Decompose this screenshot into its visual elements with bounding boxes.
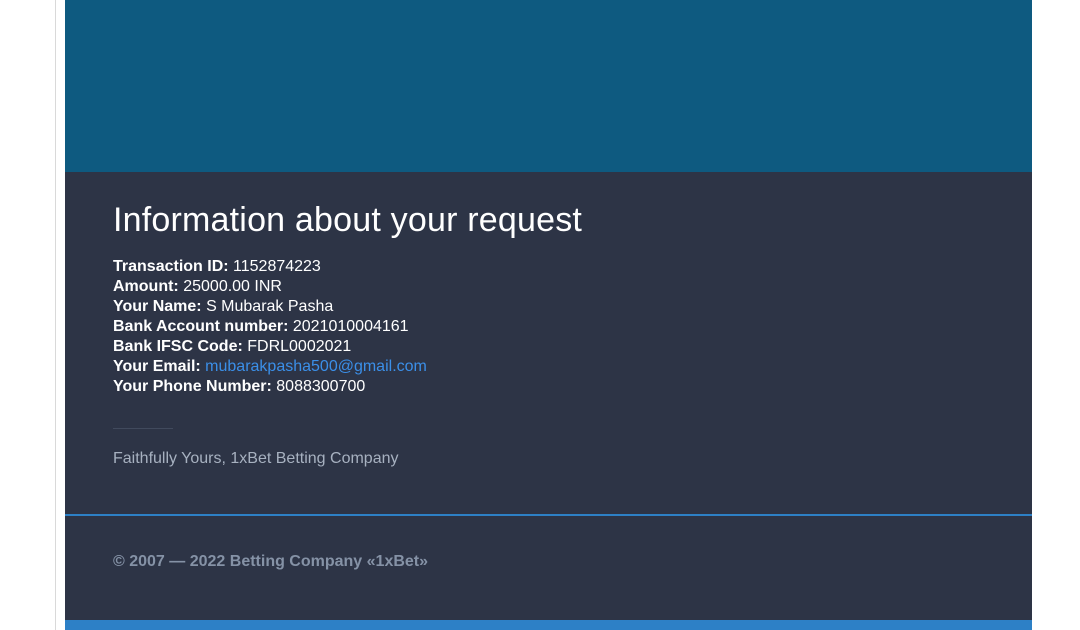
email-viewer: Information about your request Transacti… <box>0 0 1080 630</box>
amount-value: 25000.00 INR <box>183 278 282 295</box>
header-banner <box>65 0 1032 172</box>
email-row: Your Email: mubarakpasha500@gmail.com <box>113 357 973 377</box>
amount-row: Amount: 25000.00 INR <box>113 277 973 297</box>
name-row: Your Name: S Mubarak Pasha <box>113 297 973 317</box>
ifsc-value: FDRL0002021 <box>247 338 352 355</box>
page-title: Information about your request <box>113 201 583 239</box>
bank-account-value: 2021010004161 <box>292 318 409 335</box>
bank-account-row: Bank Account number: 2021010004161 <box>113 317 973 337</box>
request-details: Transaction ID: 1152874223 Amount: 25000… <box>113 257 973 397</box>
ifsc-row: Bank IFSC Code: FDRL0002021 <box>113 337 973 357</box>
section-divider <box>113 428 173 429</box>
transaction-id-label: Transaction ID: <box>113 258 229 275</box>
email-label: Your Email: <box>113 358 201 375</box>
request-info-section: Information about your request Transacti… <box>113 200 973 469</box>
left-border <box>55 0 56 630</box>
amount-label: Amount: <box>113 278 179 295</box>
signature-text: Faithfully Yours, 1xBet Betting Company <box>113 450 399 467</box>
name-value: S Mubarak Pasha <box>206 298 334 315</box>
email-link[interactable]: mubarakpasha500@gmail.com <box>205 358 427 375</box>
phone-value: 8088300700 <box>276 378 366 395</box>
phone-row: Your Phone Number: 8088300700 <box>113 377 973 397</box>
transaction-id-value: 1152874223 <box>233 258 321 275</box>
email-body: Information about your request Transacti… <box>65 0 1032 630</box>
footer-divider <box>65 514 1032 516</box>
name-label: Your Name: <box>113 298 202 315</box>
phone-label: Your Phone Number: <box>113 378 272 395</box>
transaction-id-row: Transaction ID: 1152874223 <box>113 257 973 277</box>
bank-account-label: Bank Account number: <box>113 318 289 335</box>
bottom-accent-bar <box>65 620 1032 630</box>
copyright-text: © 2007 — 2022 Betting Company «1xBet» <box>113 553 429 570</box>
ifsc-label: Bank IFSC Code: <box>113 338 243 355</box>
